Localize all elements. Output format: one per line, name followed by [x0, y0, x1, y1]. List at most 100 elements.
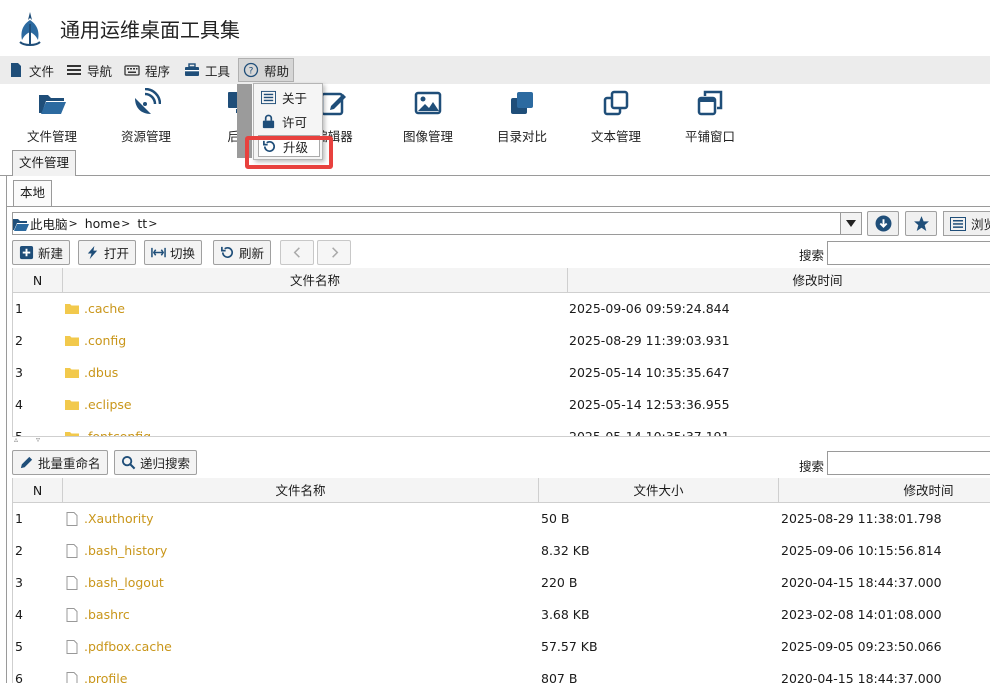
table-row[interactable]: 6 .profile 807 B 2020-04-15 18:44:37.000	[13, 663, 990, 683]
row-name-label: .bash_history	[84, 543, 168, 558]
column-header-mtime[interactable]: 修改时间	[779, 478, 990, 503]
row-name-label: .cache	[84, 301, 125, 316]
help-icon: ?	[243, 62, 259, 78]
table-row[interactable]: 3 .dbus 2025-05-14 10:35:35.647	[13, 357, 990, 389]
table-row[interactable]: 4 .eclipse 2025-05-14 12:53:36.955	[13, 389, 990, 421]
row-name-label: .pdfbox.cache	[84, 639, 172, 654]
plus-square-icon	[19, 245, 34, 260]
row-name: .cache	[65, 293, 125, 325]
row-name-label: .bash_logout	[84, 575, 164, 590]
column-header-name[interactable]: 文件名称	[63, 478, 539, 503]
menu-program[interactable]: 程序	[120, 59, 174, 81]
file-icon	[66, 576, 78, 590]
forward-button[interactable]	[317, 240, 351, 265]
menu-item-about[interactable]: 关于	[258, 86, 320, 108]
caret-down-icon	[846, 220, 856, 227]
row-mtime: 2025-09-06 09:59:24.844	[569, 301, 730, 316]
menu-item-license-label: 许可	[282, 114, 308, 130]
lock-icon	[262, 114, 275, 128]
tool-resource-manager[interactable]: 资源管理	[106, 88, 186, 145]
file-icon	[66, 512, 78, 526]
row-index: 5	[15, 421, 23, 436]
image-icon	[414, 91, 442, 115]
chevron-right-icon: >	[148, 217, 158, 230]
column-header-name[interactable]: 文件名称	[63, 268, 568, 293]
switch-button[interactable]: 切换	[144, 240, 203, 265]
menu-item-license[interactable]: 许可	[258, 110, 320, 132]
open-button[interactable]: 打开	[78, 240, 137, 265]
dir-search-input[interactable]	[827, 241, 990, 265]
path-segment[interactable]: tt >	[137, 216, 160, 231]
upgrade-highlight-box	[245, 136, 333, 169]
refresh-button[interactable]: 刷新	[213, 240, 272, 265]
tab-file-manager[interactable]: 文件管理	[12, 150, 77, 176]
menu-navigate-label: 导航	[87, 63, 113, 79]
table-row[interactable]: 2 .bash_history 8.32 KB 2025-09-06 10:15:56…	[13, 535, 990, 567]
new-button[interactable]: 新建	[12, 240, 71, 265]
table-row[interactable]: 5 .pdfbox.cache 57.57 KB 2025-09-05 09:23:5…	[13, 631, 990, 663]
browse-button[interactable]: 浏览	[943, 211, 990, 236]
row-index: 1	[15, 511, 23, 526]
list-icon	[67, 65, 81, 75]
tool-file-manager[interactable]: 文件管理	[12, 88, 92, 145]
menu-navigate[interactable]: 导航	[62, 59, 116, 81]
svg-text:?: ?	[249, 67, 254, 77]
chevron-left-icon	[293, 247, 300, 258]
row-mtime: 2025-09-05 09:23:50.066	[781, 639, 942, 654]
column-header-n[interactable]: N	[13, 268, 63, 293]
file-search-input[interactable]	[827, 451, 990, 475]
outer-tab-strip: 文件管理	[0, 150, 990, 176]
clone-icon	[511, 92, 533, 114]
chevron-right-icon: >	[121, 217, 131, 230]
dir-search-label: 搜索	[799, 248, 825, 263]
menu-tools[interactable]: 工具	[180, 59, 234, 81]
tab-local[interactable]: 本地	[13, 180, 53, 206]
edit-icon	[320, 92, 346, 116]
row-name-label: .profile	[84, 671, 128, 683]
table-row[interactable]: 5 .fontconfig 2025-05-14 10:35:37.191	[13, 421, 990, 436]
table-row[interactable]: 3 .bash_logout 220 B 2020-04-15 18:44:37.00…	[13, 567, 990, 599]
batch-rename-button-label: 批量重命名	[38, 456, 101, 471]
refresh-button-label: 刷新	[239, 246, 265, 261]
path-segment[interactable]: home >	[85, 216, 134, 231]
row-mtime: 2020-04-15 18:44:37.000	[781, 671, 942, 683]
menu-file[interactable]: 文件	[4, 59, 58, 81]
table-row[interactable]: 2 .config 2025-08-29 11:39:03.931	[13, 325, 990, 357]
back-button[interactable]	[280, 240, 314, 265]
batch-rename-button[interactable]: 批量重命名	[12, 450, 108, 475]
tool-tile-windows-label: 平铺窗口	[684, 129, 735, 144]
switch-button-label: 切换	[170, 246, 196, 261]
recursive-search-button[interactable]: 递归搜索	[114, 450, 198, 475]
path-segment[interactable]: 此电脑 >	[30, 214, 81, 233]
menu-help-label: 帮助	[264, 63, 290, 79]
tool-text-manager[interactable]: 文本管理	[576, 88, 656, 145]
table-row[interactable]: 1 .cache 2025-09-06 09:59:24.844	[13, 293, 990, 325]
table-row[interactable]: 1 .Xauthority 50 B 2025-08-29 11:38:01.798	[13, 503, 990, 535]
pane-splitter[interactable]: ▵ ▿	[12, 435, 990, 444]
column-header-mtime[interactable]: 修改时间	[568, 268, 990, 293]
tool-image-manager[interactable]: 图像管理	[388, 88, 468, 145]
file-search-label: 搜索	[799, 459, 825, 474]
bookmark-button[interactable]	[905, 211, 937, 236]
chevron-right-icon: >	[68, 217, 78, 230]
tool-dir-compare[interactable]: 目录对比	[482, 88, 562, 145]
download-button[interactable]	[867, 211, 899, 236]
column-header-size[interactable]: 文件大小	[539, 478, 779, 503]
search-icon	[121, 455, 136, 470]
path-breadcrumb[interactable]: 此电脑 > home > tt >	[12, 212, 862, 235]
row-name: .bashrc	[65, 599, 130, 631]
folder-open-icon	[39, 95, 66, 114]
path-history-dropdown[interactable]	[840, 212, 862, 235]
tool-file-manager-label: 文件管理	[26, 129, 77, 144]
row-mtime: 2025-05-14 10:35:35.647	[569, 365, 730, 380]
row-size: 3.68 KB	[541, 607, 590, 622]
column-header-n[interactable]: N	[13, 478, 63, 503]
row-index: 3	[15, 365, 23, 380]
tool-tile-windows[interactable]: 平铺窗口	[670, 88, 750, 145]
windows-icon	[697, 90, 723, 116]
row-name-label: .eclipse	[84, 397, 132, 412]
star-icon	[913, 216, 929, 231]
table-row[interactable]: 4 .bashrc 3.68 KB 2023-02-08 14:01:08.000	[13, 599, 990, 631]
menu-help[interactable]: ? 帮助	[238, 58, 295, 82]
row-size: 50 B	[541, 511, 570, 526]
